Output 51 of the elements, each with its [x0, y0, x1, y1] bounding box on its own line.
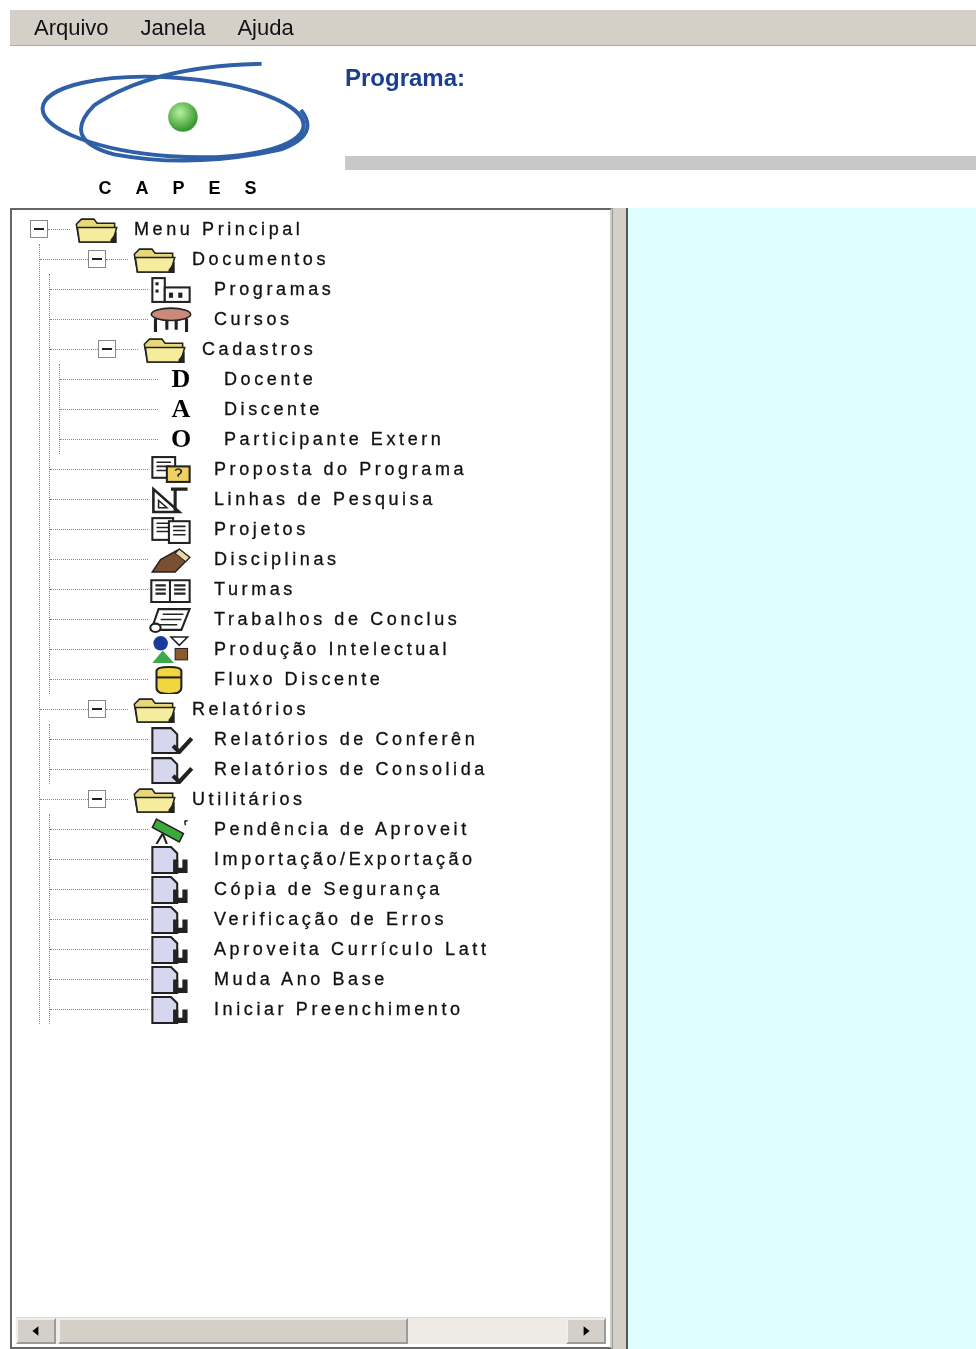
horizontal-scrollbar[interactable]: [16, 1317, 606, 1344]
document-check-icon: [148, 754, 194, 784]
tree-item[interactable]: Docente: [224, 368, 317, 390]
tree-item[interactable]: Participante Extern: [224, 428, 445, 450]
menu-item[interactable]: Janela: [140, 14, 206, 41]
tree-item[interactable]: Projetos: [214, 518, 309, 540]
letter-glyph: A: [170, 395, 192, 423]
tree-item[interactable]: Cadastros: [202, 338, 317, 360]
tree-item[interactable]: Linhas de Pesquisa: [214, 488, 436, 510]
document-check-icon: [148, 724, 194, 754]
tree-item[interactable]: Documentos: [192, 248, 330, 270]
document-question-icon: [148, 454, 194, 484]
tree-item[interactable]: Pendência de Aproveit: [214, 818, 470, 840]
tree-item[interactable]: Cursos: [214, 308, 293, 330]
tree-item[interactable]: Proposta do Programa: [214, 458, 468, 480]
tree-item[interactable]: Cópia de Segurança: [214, 878, 443, 900]
collapse-toggle[interactable]: [30, 220, 48, 238]
building-icon: [148, 274, 194, 304]
letter-glyph: O: [169, 425, 193, 453]
scroll-right-button[interactable]: [566, 1318, 606, 1344]
tree-item[interactable]: Verificação de Erros: [214, 908, 448, 930]
menu-item[interactable]: Arquivo: [34, 14, 109, 41]
tree-item[interactable]: Aproveita Currículo Latt: [214, 938, 490, 960]
collapse-toggle[interactable]: [88, 700, 106, 718]
pages-icon: [148, 514, 194, 544]
tree-item[interactable]: Trabalhos de Conclus: [214, 608, 461, 630]
splitter[interactable]: [612, 208, 628, 1349]
tree-item[interactable]: Relatórios: [192, 698, 310, 720]
table-icon: [148, 304, 194, 334]
program-label: Programa:: [345, 64, 467, 92]
tree-item[interactable]: Produção Intelectual: [214, 638, 451, 660]
tree-item[interactable]: Discente: [224, 398, 323, 420]
letter-glyph: D: [170, 365, 192, 393]
tree-item[interactable]: Programas: [214, 278, 335, 300]
menu-item[interactable]: Ajuda: [237, 14, 294, 41]
tree-item[interactable]: Disciplinas: [214, 548, 340, 570]
tree-item[interactable]: Relatórios de Consolida: [214, 758, 488, 780]
tree-item[interactable]: Menu Principal: [134, 218, 304, 240]
tree-item[interactable]: Utilitários: [192, 788, 306, 810]
tree-item[interactable]: Iniciar Preenchimento: [214, 998, 464, 1020]
scroll-left-button[interactable]: [16, 1318, 56, 1344]
tree-item[interactable]: Importação/Exportação: [214, 848, 476, 870]
scroll-thumb[interactable]: [58, 1318, 408, 1344]
tree-item[interactable]: Relatórios de Conferên: [214, 728, 479, 750]
logo-text: CAPES: [98, 178, 281, 199]
tree-item[interactable]: Muda Ano Base: [214, 968, 388, 990]
tree-item[interactable]: Fluxo Discente: [214, 668, 384, 690]
collapse-toggle[interactable]: [88, 250, 106, 268]
tree-item[interactable]: Turmas: [214, 578, 296, 600]
collapse-toggle[interactable]: [88, 790, 106, 808]
collapse-toggle[interactable]: [98, 340, 116, 358]
